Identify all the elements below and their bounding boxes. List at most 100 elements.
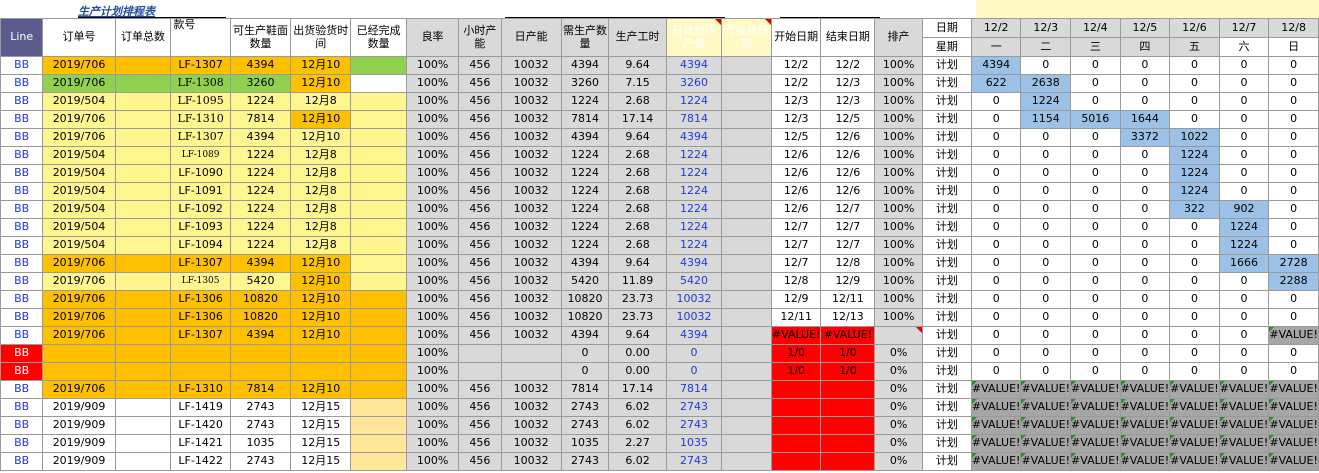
cell-day-qty[interactable]: 0 xyxy=(1218,182,1270,201)
cell-day-qty[interactable]: 0 xyxy=(1268,290,1319,309)
cell-hourly-capacity[interactable]: 456 xyxy=(458,56,502,75)
cell-scheduling[interactable]: 100% xyxy=(874,308,923,327)
cell-required-qty[interactable]: 1224 xyxy=(560,200,610,219)
cell-day-qty[interactable]: 622 xyxy=(970,74,1022,93)
cell-type[interactable]: 计划 xyxy=(921,380,972,399)
cell-start-date[interactable]: 12/9 xyxy=(770,290,822,309)
cell-order-total[interactable] xyxy=(114,416,172,435)
cell-day-qty[interactable]: #VALUE! xyxy=(1169,434,1220,453)
cell-day-qty[interactable]: 1224 xyxy=(1218,218,1270,237)
cell-start-date[interactable] xyxy=(770,452,822,471)
cell-start-date[interactable]: 1/0 xyxy=(770,362,822,381)
cell-scheduling[interactable]: 100% xyxy=(874,164,923,183)
cell-type[interactable]: 计划 xyxy=(921,236,972,255)
cell-daily-capacity[interactable]: 10032 xyxy=(500,272,562,291)
cell-start-date[interactable] xyxy=(770,398,822,417)
cell-order-no[interactable]: 2019/706 xyxy=(42,110,116,129)
cell-day-qty[interactable]: #VALUE! xyxy=(1268,398,1319,417)
cell-prod-hours[interactable]: 17.14 xyxy=(608,110,667,129)
cell-day-qty[interactable]: #VALUE! xyxy=(1268,416,1319,435)
cell-order-no[interactable]: 2019/706 xyxy=(42,290,116,309)
cell-producible-qty[interactable]: 7814 xyxy=(229,380,292,399)
cell-day-qty[interactable]: 0 xyxy=(1169,272,1220,291)
cell-scheduling[interactable]: 100% xyxy=(874,290,923,309)
cell-ship-time[interactable]: 12月10 xyxy=(290,290,352,309)
cell-day-qty[interactable]: 0 xyxy=(1020,326,1072,345)
cell-producible-qty[interactable]: 1224 xyxy=(229,236,292,255)
cell-daily-capacity[interactable]: 10032 xyxy=(500,110,562,129)
cell-day-qty[interactable]: 0 xyxy=(970,290,1022,309)
cell-completed-qty[interactable] xyxy=(350,236,407,255)
cell-day-qty[interactable]: #VALUE! xyxy=(1119,398,1171,417)
cell-ship-time[interactable]: 12月10 xyxy=(290,110,352,129)
cell-ship-time[interactable]: 12月15 xyxy=(290,398,352,417)
cell-completed-qty[interactable] xyxy=(350,254,407,273)
cell-day-qty[interactable]: 0 xyxy=(1070,290,1121,309)
cell-day-qty[interactable]: #VALUE! xyxy=(1218,452,1270,471)
cell-prod-hours[interactable]: 2.68 xyxy=(608,92,667,111)
cell-type[interactable]: 计划 xyxy=(921,110,972,129)
cell-required-qty[interactable]: 7814 xyxy=(560,110,610,129)
cell-daily-plan-qty[interactable]: 1224 xyxy=(665,146,723,165)
header-release-date[interactable]: 可投放日期 xyxy=(721,18,772,57)
cell-end-date[interactable] xyxy=(820,434,876,453)
cell-day-qty[interactable]: 0 xyxy=(1119,272,1171,291)
cell-style-no[interactable]: LF-1307 xyxy=(170,56,231,75)
cell-completed-qty[interactable] xyxy=(350,92,407,111)
cell-yield[interactable]: 100% xyxy=(405,110,460,129)
header-scheduling[interactable]: 排产 xyxy=(874,18,923,57)
cell-line[interactable]: BB xyxy=(0,74,44,93)
cell-day-qty[interactable]: 0 xyxy=(1020,146,1072,165)
cell-producible-qty[interactable]: 1224 xyxy=(229,164,292,183)
cell-producible-qty[interactable]: 1224 xyxy=(229,146,292,165)
cell-required-qty[interactable]: 4394 xyxy=(560,128,610,147)
cell-completed-qty[interactable] xyxy=(350,110,407,129)
cell-yield[interactable]: 100% xyxy=(405,92,460,111)
cell-day-qty[interactable]: 0 xyxy=(1070,128,1121,147)
cell-hourly-capacity[interactable]: 456 xyxy=(458,218,502,237)
cell-day-qty[interactable]: #VALUE! xyxy=(1218,416,1270,435)
cell-end-date[interactable]: 12/6 xyxy=(820,128,876,147)
cell-order-total[interactable] xyxy=(114,434,172,453)
cell-required-qty[interactable]: 1035 xyxy=(560,434,610,453)
cell-ship-time[interactable]: 12月8 xyxy=(290,146,352,165)
cell-order-no[interactable]: 2019/706 xyxy=(42,128,116,147)
cell-producible-qty[interactable]: 1224 xyxy=(229,92,292,111)
cell-day-qty[interactable]: 0 xyxy=(1020,218,1072,237)
cell-order-no[interactable]: 2019/504 xyxy=(42,92,116,111)
cell-required-qty[interactable]: 4394 xyxy=(560,326,610,345)
cell-daily-plan-qty[interactable]: 1224 xyxy=(665,182,723,201)
cell-yield[interactable]: 100% xyxy=(405,128,460,147)
cell-hourly-capacity[interactable] xyxy=(458,344,502,363)
cell-day-qty[interactable]: #VALUE! xyxy=(1070,398,1121,417)
cell-day-qty[interactable]: 5016 xyxy=(1070,110,1121,129)
cell-day-qty[interactable]: #VALUE! xyxy=(1218,398,1270,417)
cell-ship-time[interactable]: 12月10 xyxy=(290,74,352,93)
weekday-header[interactable]: 四 xyxy=(1119,37,1171,57)
cell-day-qty[interactable]: #VALUE! xyxy=(1218,380,1270,399)
cell-required-qty[interactable]: 2743 xyxy=(560,398,610,417)
cell-day-qty[interactable]: 0 xyxy=(1218,92,1270,111)
cell-day-qty[interactable]: 0 xyxy=(1020,344,1072,363)
cell-day-qty[interactable]: 0 xyxy=(1268,56,1319,75)
cell-day-qty[interactable]: #VALUE! xyxy=(1070,434,1121,453)
cell-producible-qty[interactable]: 4394 xyxy=(229,254,292,273)
cell-line[interactable]: BB xyxy=(0,452,44,471)
cell-hourly-capacity[interactable]: 456 xyxy=(458,308,502,327)
cell-required-qty[interactable]: 1224 xyxy=(560,164,610,183)
cell-producible-qty[interactable]: 2743 xyxy=(229,452,292,471)
cell-type[interactable]: 计划 xyxy=(921,452,972,471)
cell-type[interactable]: 计划 xyxy=(921,290,972,309)
cell-hourly-capacity[interactable]: 456 xyxy=(458,272,502,291)
cell-day-qty[interactable]: 0 xyxy=(1020,182,1072,201)
cell-completed-qty[interactable] xyxy=(350,308,407,327)
cell-day-qty[interactable]: 3372 xyxy=(1119,128,1171,147)
cell-day-qty[interactable]: 0 xyxy=(1070,74,1121,93)
cell-release-date[interactable] xyxy=(721,416,772,435)
cell-day-qty[interactable]: 1154 xyxy=(1020,110,1072,129)
cell-day-qty[interactable]: 1022 xyxy=(1169,128,1220,147)
cell-end-date[interactable]: 12/6 xyxy=(820,182,876,201)
cell-day-qty[interactable]: #VALUE! xyxy=(1119,416,1171,435)
header-ship-time[interactable]: 出货验货时间 xyxy=(290,18,352,57)
cell-order-no[interactable]: 2019/504 xyxy=(42,182,116,201)
